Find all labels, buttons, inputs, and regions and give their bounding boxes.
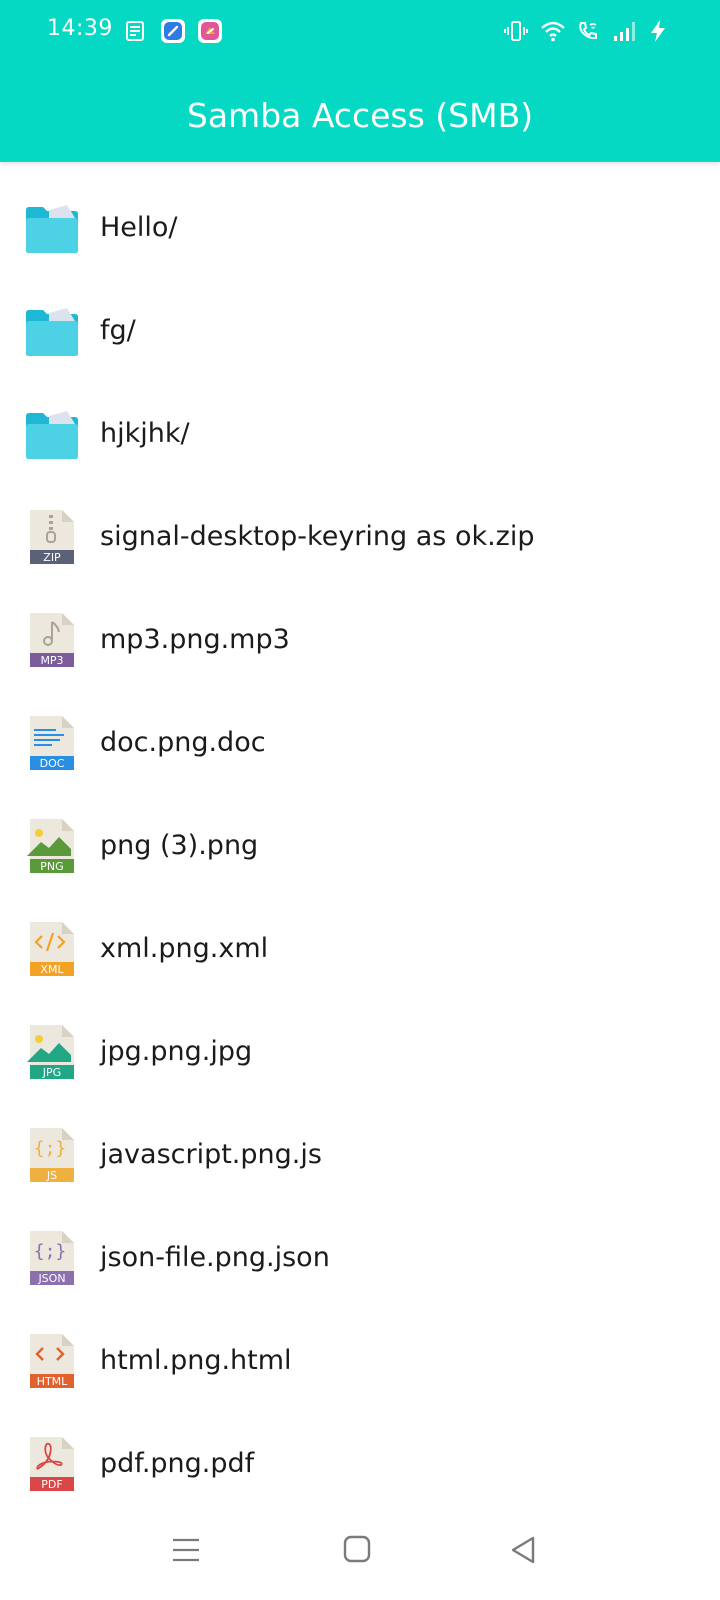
- svg-text:DOC: DOC: [40, 757, 65, 770]
- file-item[interactable]: PNG png (3).png: [0, 794, 720, 897]
- svg-text:{;}: {;}: [34, 1241, 67, 1262]
- file-item[interactable]: MP3 mp3.png.mp3: [0, 588, 720, 691]
- notification-icons: [124, 19, 222, 43]
- file-name: xml.png.xml: [100, 933, 269, 964]
- folder-icon: [25, 406, 79, 462]
- file-item[interactable]: JPG jpg.png.jpg: [0, 1000, 720, 1103]
- file-item[interactable]: XML xml.png.xml: [0, 897, 720, 1000]
- file-item[interactable]: HTML html.png.html: [0, 1309, 720, 1412]
- back-button[interactable]: [506, 1532, 542, 1568]
- news-notification-icon: [124, 19, 148, 43]
- doc-file-icon: DOC: [25, 715, 79, 771]
- vibrate-icon: [504, 19, 528, 43]
- file-name: hjkjhk/: [100, 418, 190, 449]
- signal-icon: [612, 19, 636, 43]
- recent-apps-button[interactable]: [168, 1532, 204, 1568]
- status-bar: 14:39: [0, 0, 720, 64]
- png-file-icon: PNG: [25, 818, 79, 874]
- zip-file-icon: ZIP: [25, 509, 79, 565]
- folder-item[interactable]: fg/: [0, 279, 720, 382]
- file-item[interactable]: PDF pdf.png.pdf: [0, 1412, 720, 1515]
- folder-item[interactable]: Hello/: [0, 176, 720, 279]
- xml-file-icon: XML: [25, 921, 79, 977]
- folder-item[interactable]: hjkjhk/: [0, 382, 720, 485]
- file-name: fg/: [100, 315, 136, 346]
- file-item[interactable]: DOC doc.png.doc: [0, 691, 720, 794]
- file-name: javascript.png.js: [100, 1139, 322, 1170]
- svg-text:ZIP: ZIP: [43, 551, 61, 564]
- charging-icon: [648, 19, 672, 43]
- file-item[interactable]: {;} JSON json-file.png.json: [0, 1206, 720, 1309]
- shortcut-app-notification-icon: [198, 19, 222, 43]
- wifi-calling-icon: [576, 19, 600, 43]
- file-name: jpg.png.jpg: [100, 1036, 253, 1067]
- file-name: json-file.png.json: [100, 1242, 330, 1273]
- svg-text:XML: XML: [40, 963, 64, 976]
- svg-text:{;}: {;}: [34, 1138, 67, 1159]
- js-file-icon: {;} JS: [25, 1127, 79, 1183]
- navigation-bar: [0, 1504, 720, 1600]
- app-title: Samba Access (SMB): [186, 96, 534, 135]
- file-name: doc.png.doc: [100, 727, 266, 758]
- file-name: Hello/: [100, 212, 178, 243]
- folder-icon: [25, 303, 79, 359]
- svg-text:PDF: PDF: [41, 1478, 62, 1491]
- svg-text:MP3: MP3: [40, 654, 63, 667]
- mp3-file-icon: MP3: [25, 612, 79, 668]
- svg-text:JSON: JSON: [37, 1272, 65, 1285]
- svg-text:HTML: HTML: [37, 1375, 68, 1388]
- file-name: mp3.png.mp3: [100, 624, 290, 655]
- svg-text:PNG: PNG: [40, 860, 63, 873]
- blue-app-notification-icon: [161, 19, 185, 43]
- html-file-icon: HTML: [25, 1333, 79, 1389]
- home-button[interactable]: [340, 1532, 376, 1568]
- file-item[interactable]: {;} JS javascript.png.js: [0, 1103, 720, 1206]
- wifi-icon: [540, 19, 565, 43]
- file-name: png (3).png: [100, 830, 259, 861]
- file-name: pdf.png.pdf: [100, 1448, 255, 1479]
- svg-text:JPG: JPG: [42, 1066, 61, 1079]
- file-name: signal-desktop-keyring as ok.zip: [100, 521, 535, 552]
- json-file-icon: {;} JSON: [25, 1230, 79, 1286]
- system-icons: [504, 19, 672, 43]
- svg-text:JS: JS: [46, 1169, 57, 1182]
- file-item[interactable]: ZIP signal-desktop-keyring as ok.zip: [0, 485, 720, 588]
- file-list: Hello/fg/hjkjhk/ZIP signal-desktop-keyrin…: [0, 176, 720, 1515]
- folder-icon: [25, 200, 79, 256]
- file-name: html.png.html: [100, 1345, 292, 1376]
- app-bar: 14:39 Samba Access (SMB): [0, 0, 720, 162]
- jpg-file-icon: JPG: [25, 1024, 79, 1080]
- status-time: 14:39: [47, 16, 113, 41]
- pdf-file-icon: PDF: [25, 1436, 79, 1492]
